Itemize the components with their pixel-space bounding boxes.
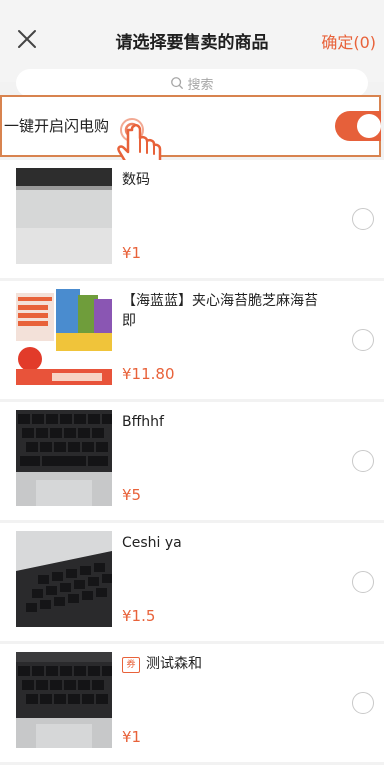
coupon-tag-icon: 券 [122,657,140,673]
product-price: ¥1 [122,244,142,262]
confirm-button[interactable]: 确定(0) [321,29,376,53]
product-name: Bffhhf [122,414,164,430]
product-name: 【海蓝蓝】夹心海苔脆芝麻海苔即 [122,293,318,329]
product-name: Ceshi ya [122,535,182,551]
product-item[interactable]: Ceshi ya ¥1.5 [0,523,384,641]
product-item[interactable]: 【海蓝蓝】夹心海苔脆芝麻海苔即 ¥11.80 [0,281,384,399]
product-item[interactable]: 数码 ¥1 [0,160,384,278]
product-image-keyboard [16,652,112,748]
product-name: 数码 [122,172,150,188]
product-price: ¥11.80 [122,365,175,383]
product-price: ¥1.5 [122,607,156,625]
select-radio[interactable] [352,450,374,472]
search-placeholder: 搜索 [187,77,214,93]
product-name: 券测试森和 [122,654,322,674]
product-image-seaweed-snack [16,289,112,385]
select-radio[interactable] [352,329,374,351]
select-radio[interactable] [352,208,374,230]
product-image-laptop-keyboard [16,531,112,627]
product-name-text: 测试森和 [146,656,202,672]
flash-purchase-toggle[interactable] [335,111,381,141]
toggle-knob [357,114,381,138]
product-price: ¥5 [122,486,142,504]
select-radio[interactable] [352,692,374,714]
product-price: ¥1 [122,728,142,746]
select-radio[interactable] [352,571,374,593]
product-item[interactable]: 券测试森和 ¥1 [0,644,384,762]
search-icon [171,77,184,89]
product-item[interactable]: Bffhhf ¥5 [0,402,384,520]
flash-purchase-row: 一键开启闪电购 [0,95,381,157]
product-list: 数码 ¥1 【海蓝蓝】夹心海苔脆芝麻海苔即 ¥11.80 Bffhhf ¥5 C… [0,160,384,765]
product-image-keyboard [16,410,112,506]
product-image-laptop [16,168,112,264]
search-input[interactable]: 搜索 [16,69,368,97]
flash-purchase-label: 一键开启闪电购 [4,117,110,135]
